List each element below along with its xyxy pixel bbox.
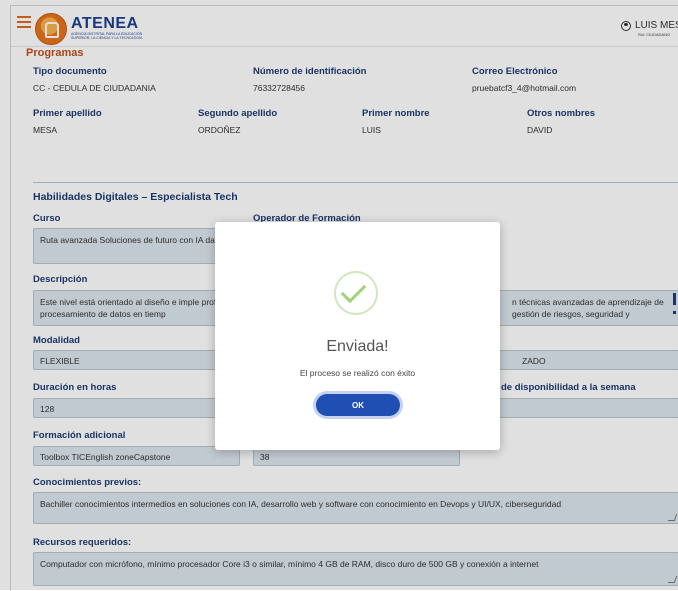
dialog-message: El proceso se realizó con éxito xyxy=(299,368,416,378)
ok-button[interactable]: OK xyxy=(316,394,400,416)
success-dialog: Enviada! El proceso se realizó con éxito… xyxy=(215,222,500,450)
dialog-title: Enviada! xyxy=(326,338,389,355)
success-check-icon xyxy=(334,271,378,315)
